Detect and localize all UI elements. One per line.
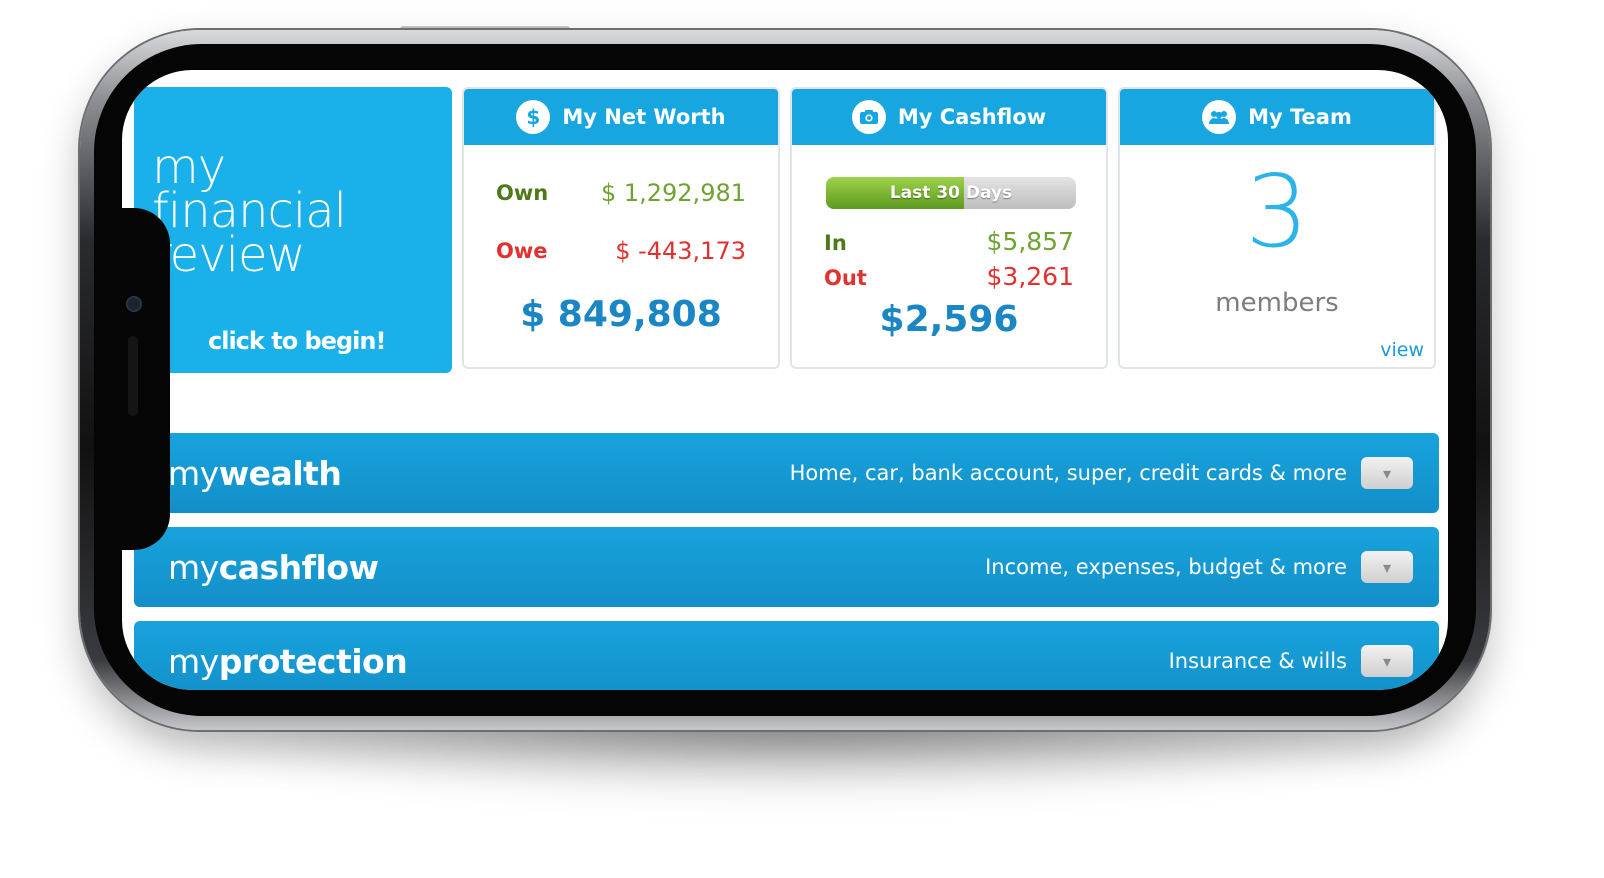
net-worth-total: $ 849,808 xyxy=(520,294,722,335)
camera-icon xyxy=(851,100,886,134)
own-value: $ 1,292,981 xyxy=(600,179,746,207)
net-worth-card[interactable]: $ My Net Worth Own $ 1,292,981 Owe $ -44… xyxy=(462,87,780,369)
hero-title-line: review xyxy=(152,227,306,283)
team-card[interactable]: My Team 3 members view xyxy=(1118,87,1436,369)
team-header: My Team xyxy=(1120,89,1434,145)
section-title: myprotection xyxy=(168,641,408,681)
chevron-down-icon[interactable]: ▾ xyxy=(1361,645,1413,677)
section-prefix: my xyxy=(168,641,219,681)
team-members-label: members xyxy=(1215,288,1339,318)
out-value: $3,261 xyxy=(986,262,1074,291)
begin-link[interactable]: click to begin! xyxy=(208,327,386,355)
hero-title: my financial review xyxy=(152,143,452,283)
out-label: Out xyxy=(824,266,867,290)
section-myprotection[interactable]: myprotection Insurance & wills ▾ xyxy=(134,621,1439,690)
owe-value: $ -443,173 xyxy=(615,237,746,265)
chevron-down-icon[interactable]: ▾ xyxy=(1361,551,1413,583)
section-mycashflow[interactable]: mycashflow Income, expenses, budget & mo… xyxy=(134,527,1439,607)
period-selector[interactable]: Last 30 Days xyxy=(826,177,1076,209)
app-screen: my financial review click to begin! $ My… xyxy=(122,70,1448,690)
phone-notch xyxy=(100,208,170,550)
team-count: 3 xyxy=(1245,153,1309,270)
section-name: cashflow xyxy=(218,547,379,587)
view-team-link[interactable]: view xyxy=(1380,339,1424,361)
card-title: My Team xyxy=(1248,105,1352,129)
section-prefix: my xyxy=(168,453,219,493)
in-value: $5,857 xyxy=(986,227,1074,256)
period-label: Last 30 Days xyxy=(889,183,1013,203)
people-icon xyxy=(1202,100,1237,134)
dollar-icon: $ xyxy=(516,100,551,134)
own-label: Own xyxy=(496,181,549,205)
section-description: Insurance & wills xyxy=(1168,649,1347,673)
section-prefix: my xyxy=(168,547,219,587)
section-description: Income, expenses, budget & more xyxy=(985,555,1347,579)
section-title: mycashflow xyxy=(168,547,379,587)
card-title: My Cashflow xyxy=(897,105,1047,129)
section-mywealth[interactable]: mywealth Home, car, bank account, super,… xyxy=(134,433,1439,513)
financial-review-tile[interactable]: my financial review click to begin! xyxy=(134,87,452,373)
card-title: My Net Worth xyxy=(562,105,726,129)
section-title: mywealth xyxy=(168,453,342,493)
cashflow-card[interactable]: My Cashflow Last 30 Days In $5,857 Out $… xyxy=(790,87,1108,369)
section-name: wealth xyxy=(218,453,342,493)
cashflow-total: $2,596 xyxy=(879,299,1019,340)
speaker-grille xyxy=(128,336,138,416)
cashflow-header: My Cashflow xyxy=(792,89,1106,145)
chevron-down-icon[interactable]: ▾ xyxy=(1361,457,1413,489)
section-name: protection xyxy=(218,641,408,681)
net-worth-header: $ My Net Worth xyxy=(464,89,778,145)
device-mockup: my financial review click to begin! $ My… xyxy=(0,0,1604,878)
in-label: In xyxy=(824,231,847,255)
section-description: Home, car, bank account, super, credit c… xyxy=(789,461,1347,485)
dashboard-tiles: my financial review click to begin! $ My… xyxy=(134,87,1439,373)
owe-label: Owe xyxy=(496,239,548,263)
camera-icon xyxy=(126,296,142,312)
